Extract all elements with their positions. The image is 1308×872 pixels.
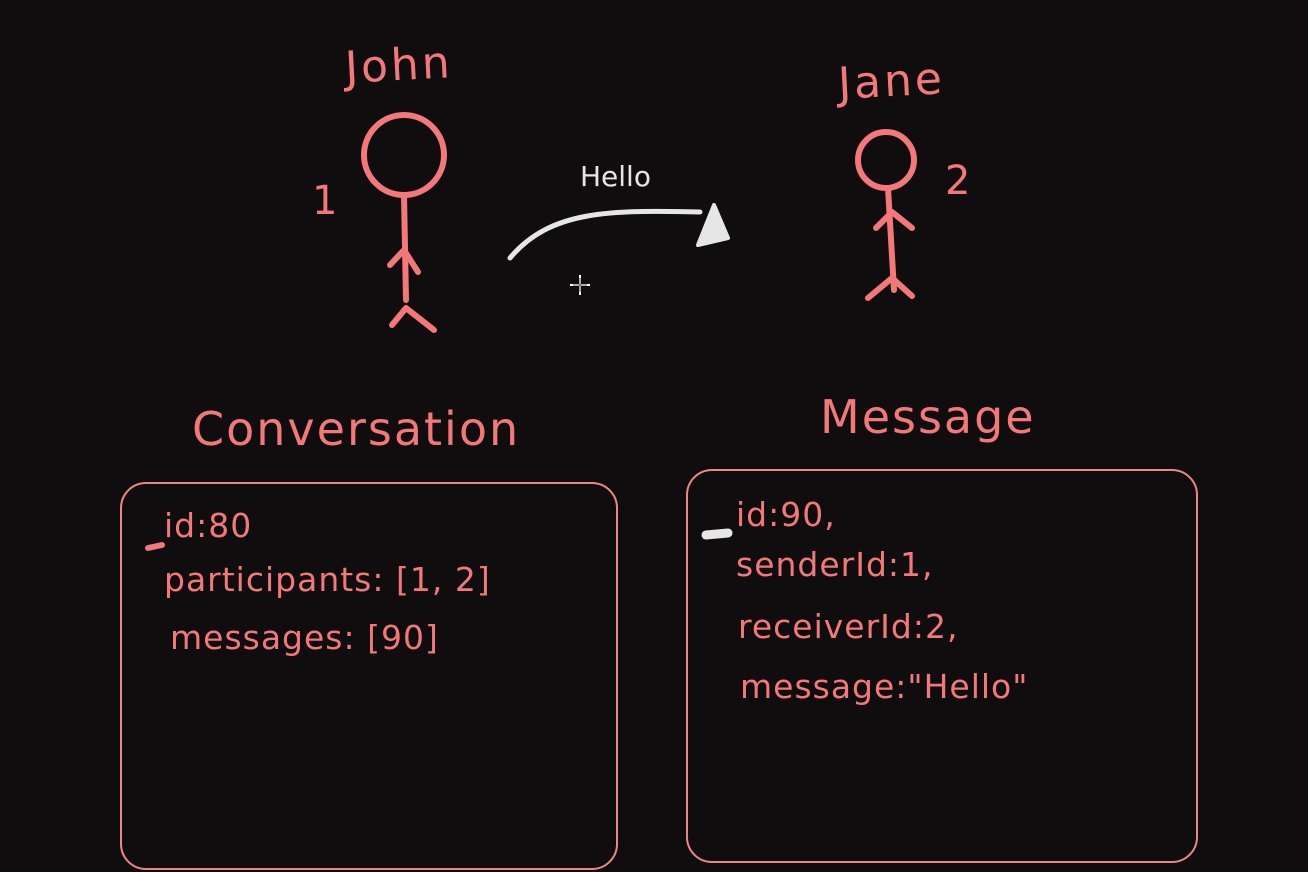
jane-id: 2 [945,158,971,204]
message-field: senderId:1, [736,545,934,584]
message-field: id:90, [736,495,836,534]
message-field: message:"Hello" [740,667,1029,706]
john-name: John [343,37,454,94]
conversation-field: participants: [1, 2] [164,560,491,599]
arrow-label: Hello [580,160,651,193]
john-figure [361,112,447,333]
message-box: id:90, senderId:1, receiverId:2, message… [686,469,1198,863]
message-title: Message [820,390,1036,444]
jane-name: Jane [836,53,947,110]
message-field: receiverId:2, [738,607,959,646]
jane-figure [855,129,917,301]
crosshair-cursor-icon [569,274,591,296]
conversation-field: messages: [90] [170,618,439,657]
conversation-field: id:80 [164,506,253,545]
john-id: 1 [312,178,338,224]
arrow [507,203,730,261]
conversation-title: Conversation [192,402,521,456]
conversation-box: id:80 participants: [1, 2] messages: [90… [120,482,618,870]
